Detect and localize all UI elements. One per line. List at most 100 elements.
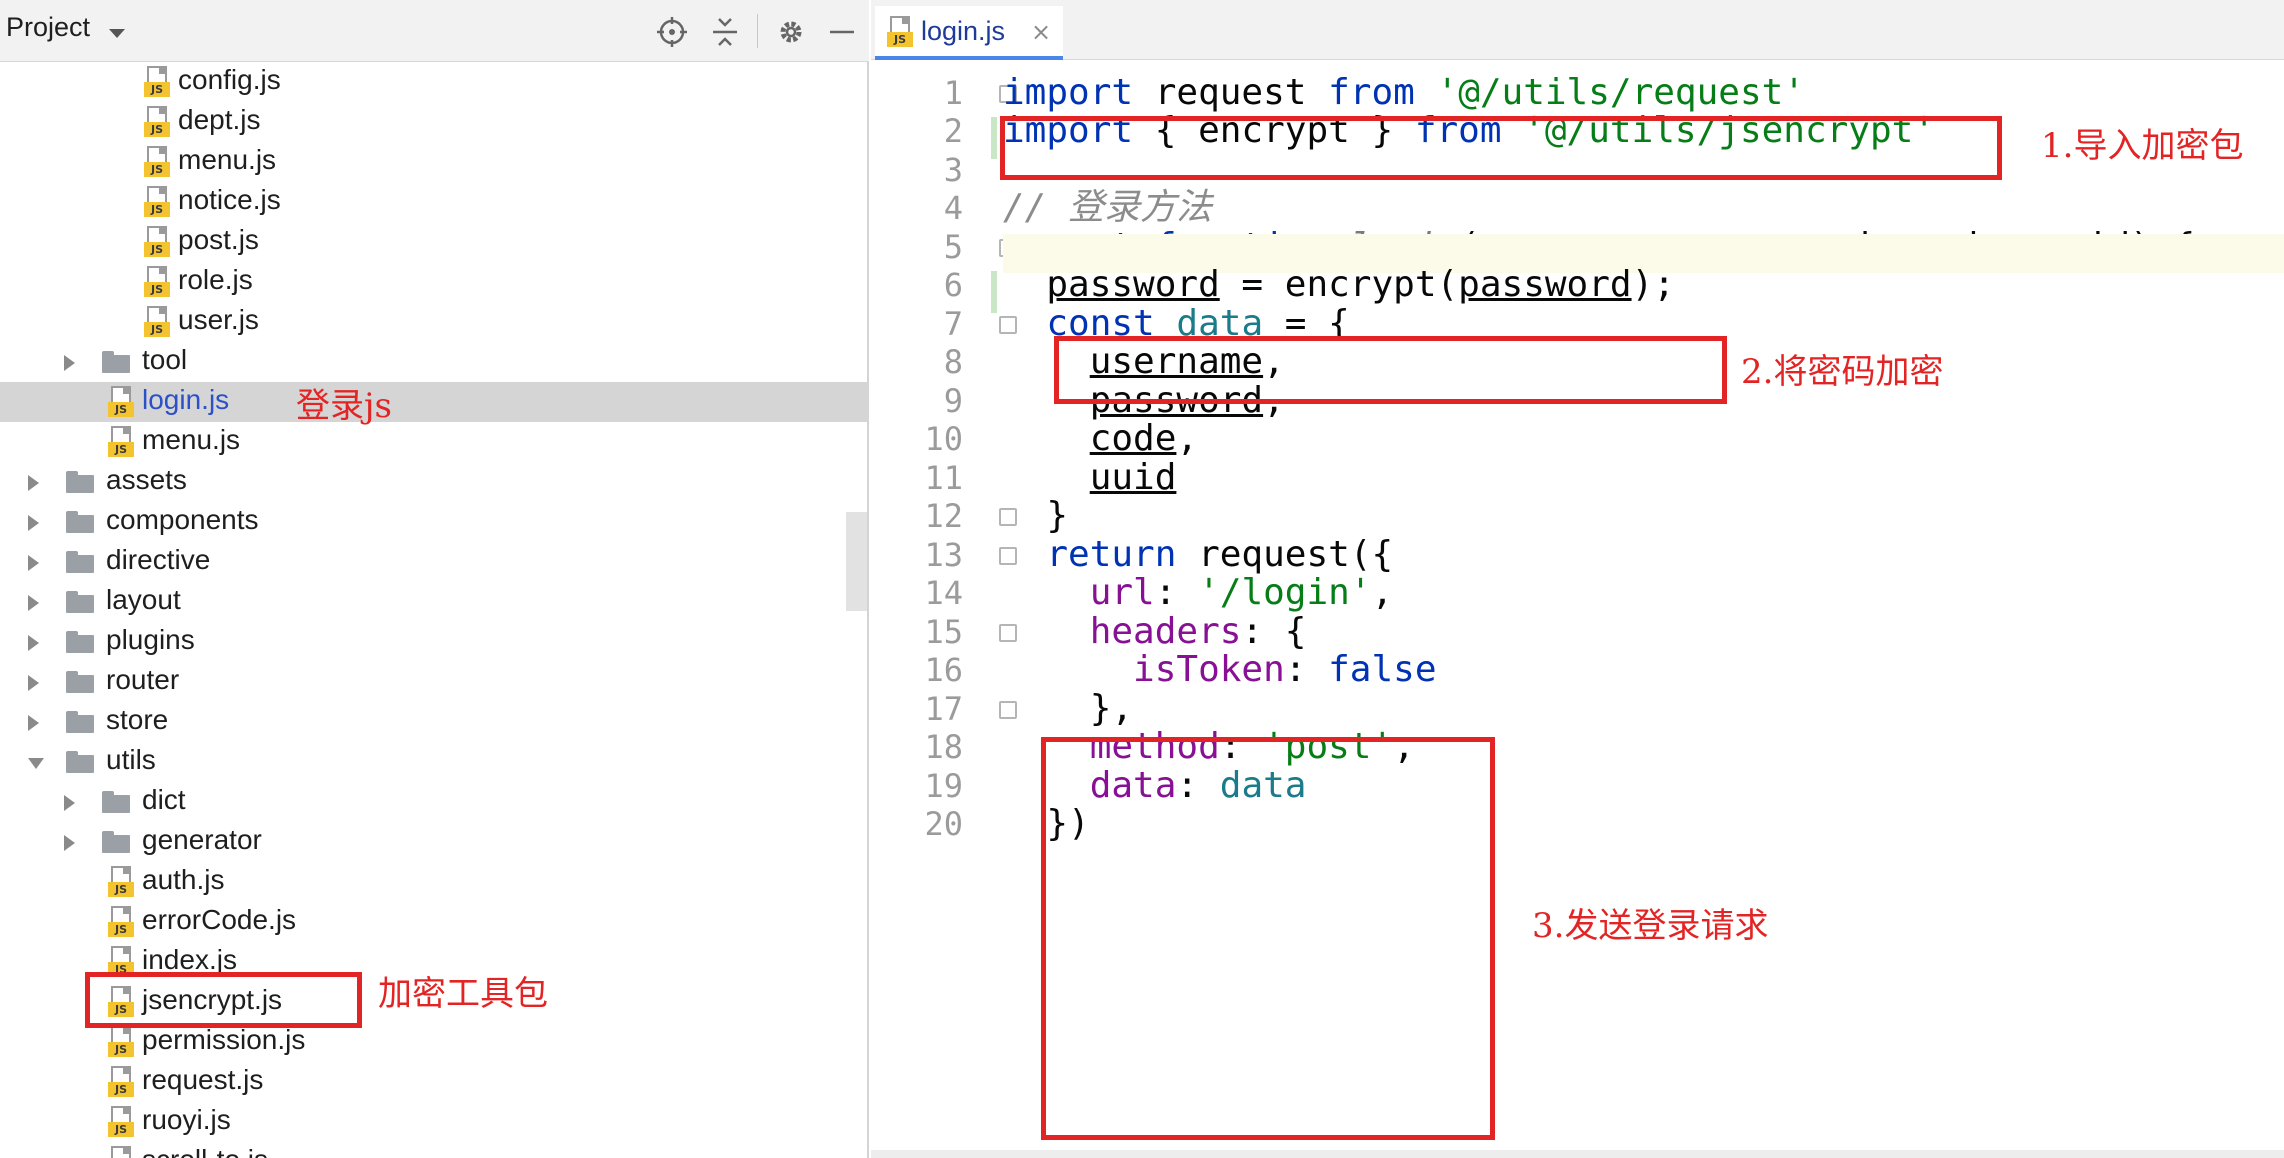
- collapse-all-icon[interactable]: [709, 16, 741, 48]
- tree-item-label: auth.js: [142, 864, 225, 895]
- tree-file[interactable]: JS errorCode.js: [0, 902, 869, 942]
- tree-file[interactable]: JS role.js: [0, 262, 869, 302]
- locate-icon[interactable]: [656, 16, 688, 48]
- annotation-login-js: 登录js: [296, 386, 392, 426]
- tree-item-label: post.js: [178, 224, 259, 255]
- tree-file[interactable]: JS menu.js: [0, 422, 869, 462]
- js-file-icon: JS: [144, 106, 170, 138]
- tree-item-label: role.js: [178, 264, 253, 295]
- js-file-icon: JS: [108, 1146, 134, 1158]
- tree-item-label: router: [106, 664, 180, 695]
- chevron-right-icon[interactable]: [28, 715, 39, 731]
- tree-folder[interactable]: assets: [0, 462, 869, 502]
- tree-item-label: user.js: [178, 304, 259, 335]
- tree-item-label: components: [106, 504, 259, 535]
- tree-folder[interactable]: plugins: [0, 622, 869, 662]
- folder-icon: [66, 471, 94, 493]
- tree-file[interactable]: JS user.js: [0, 302, 869, 342]
- tree-file[interactable]: JS notice.js: [0, 182, 869, 222]
- tree-item-label: errorCode.js: [142, 904, 297, 935]
- tree-item-label: tool: [142, 344, 188, 375]
- tree-folder[interactable]: router: [0, 662, 869, 702]
- chevron-right-icon[interactable]: [28, 555, 39, 571]
- tree-file[interactable]: JS permission.js: [0, 1022, 869, 1062]
- tree-file[interactable]: JS request.js: [0, 1062, 869, 1102]
- folder-icon: [66, 631, 94, 653]
- close-icon[interactable]: ×: [1031, 18, 1051, 46]
- js-file-icon: JS: [144, 226, 170, 258]
- tree-file[interactable]: JS menu.js: [0, 142, 869, 182]
- gear-icon[interactable]: [775, 16, 807, 48]
- tree-item-label: request.js: [142, 1064, 264, 1095]
- tree-item-label: layout: [106, 584, 181, 615]
- js-file-icon: JS: [887, 16, 913, 48]
- line-number: 20: [924, 805, 963, 843]
- folder-icon: [102, 791, 130, 813]
- chevron-right-icon[interactable]: [28, 675, 39, 691]
- chevron-right-icon[interactable]: [64, 795, 75, 811]
- tree-item-label: notice.js: [178, 184, 281, 215]
- tree-file[interactable]: JS dept.js: [0, 102, 869, 142]
- minimize-icon[interactable]: [826, 16, 858, 48]
- tree-folder[interactable]: layout: [0, 582, 869, 622]
- tree-file[interactable]: JS post.js: [0, 222, 869, 262]
- tree-item-label: generator: [142, 824, 262, 855]
- tree-item-label: dept.js: [178, 104, 261, 135]
- tree-folder[interactable]: components: [0, 502, 869, 542]
- annotation-crypto-tool: 加密工具包: [378, 974, 548, 1014]
- annotation-box-request: [1041, 737, 1495, 1140]
- tree-item-label: utils: [106, 744, 156, 775]
- editor-horizontal-scrollbar[interactable]: [871, 1150, 2284, 1158]
- tab-label: login.js: [921, 16, 1006, 46]
- tree-item-label: login.js: [142, 384, 230, 415]
- tree-file[interactable]: JS scroll-to.js: [0, 1142, 869, 1158]
- annotation-import-crypto: 1.导入加密包: [2041, 126, 2244, 166]
- tree-folder[interactable]: utils: [0, 742, 869, 782]
- tree-item-label: config.js: [178, 64, 281, 95]
- tree-item-label: store: [106, 704, 169, 735]
- tree-folder[interactable]: tool: [0, 342, 869, 382]
- tree-item-label: dict: [142, 784, 186, 815]
- annotation-encrypt-password: 2.将密码加密: [1741, 352, 1944, 392]
- tree-item-label: assets: [106, 464, 187, 495]
- tree-folder[interactable]: store: [0, 702, 869, 742]
- js-file-icon: JS: [108, 426, 134, 458]
- tree-folder[interactable]: directive: [0, 542, 869, 582]
- vcs-change-marker[interactable]: [991, 271, 997, 313]
- tab-login-js[interactable]: JS login.js ×: [875, 6, 1063, 60]
- js-file-icon: JS: [108, 1106, 134, 1138]
- js-file-icon: JS: [144, 146, 170, 178]
- header-separator: [757, 14, 758, 48]
- chevron-right-icon[interactable]: [64, 835, 75, 851]
- tree-file[interactable]: JS auth.js: [0, 862, 869, 902]
- folder-icon: [102, 351, 130, 373]
- project-view-title[interactable]: Project: [6, 12, 90, 43]
- line-number-gutter: 1 2 3 4 5 6 7 8 9 10 11 12 13 14 15 16 17 18 19 20: [871, 62, 1017, 1158]
- js-file-icon: JS: [144, 306, 170, 338]
- chevron-right-icon[interactable]: [28, 515, 39, 531]
- folder-icon: [66, 551, 94, 573]
- chevron-right-icon[interactable]: [28, 635, 39, 651]
- vcs-change-marker[interactable]: [991, 117, 997, 159]
- chevron-right-icon[interactable]: [64, 355, 75, 371]
- tree-file[interactable]: JS login.js: [0, 382, 869, 422]
- tree-item-label: scroll-to.js: [142, 1144, 268, 1158]
- annotation-box-import: [1000, 116, 2002, 180]
- js-file-icon: JS: [144, 186, 170, 218]
- folder-icon: [66, 671, 94, 693]
- tree-folder[interactable]: dict: [0, 782, 869, 822]
- folder-icon: [66, 511, 94, 533]
- tree-item-label: directive: [106, 544, 211, 575]
- chevron-right-icon[interactable]: [28, 475, 39, 491]
- project-view-dropdown-icon[interactable]: [109, 29, 125, 38]
- annotation-box-jsencrypt: [85, 972, 362, 1028]
- tree-file[interactable]: JS ruoyi.js: [0, 1102, 869, 1142]
- annotation-box-encrypt: [1054, 336, 1727, 404]
- tree-item-label: plugins: [106, 624, 195, 655]
- chevron-right-icon[interactable]: [28, 595, 39, 611]
- tree-folder[interactable]: generator: [0, 822, 869, 862]
- tree-file[interactable]: JS config.js: [0, 62, 869, 102]
- tree-scrollbar[interactable]: [846, 512, 867, 611]
- js-file-icon: JS: [108, 906, 134, 938]
- chevron-down-icon[interactable]: [28, 758, 44, 769]
